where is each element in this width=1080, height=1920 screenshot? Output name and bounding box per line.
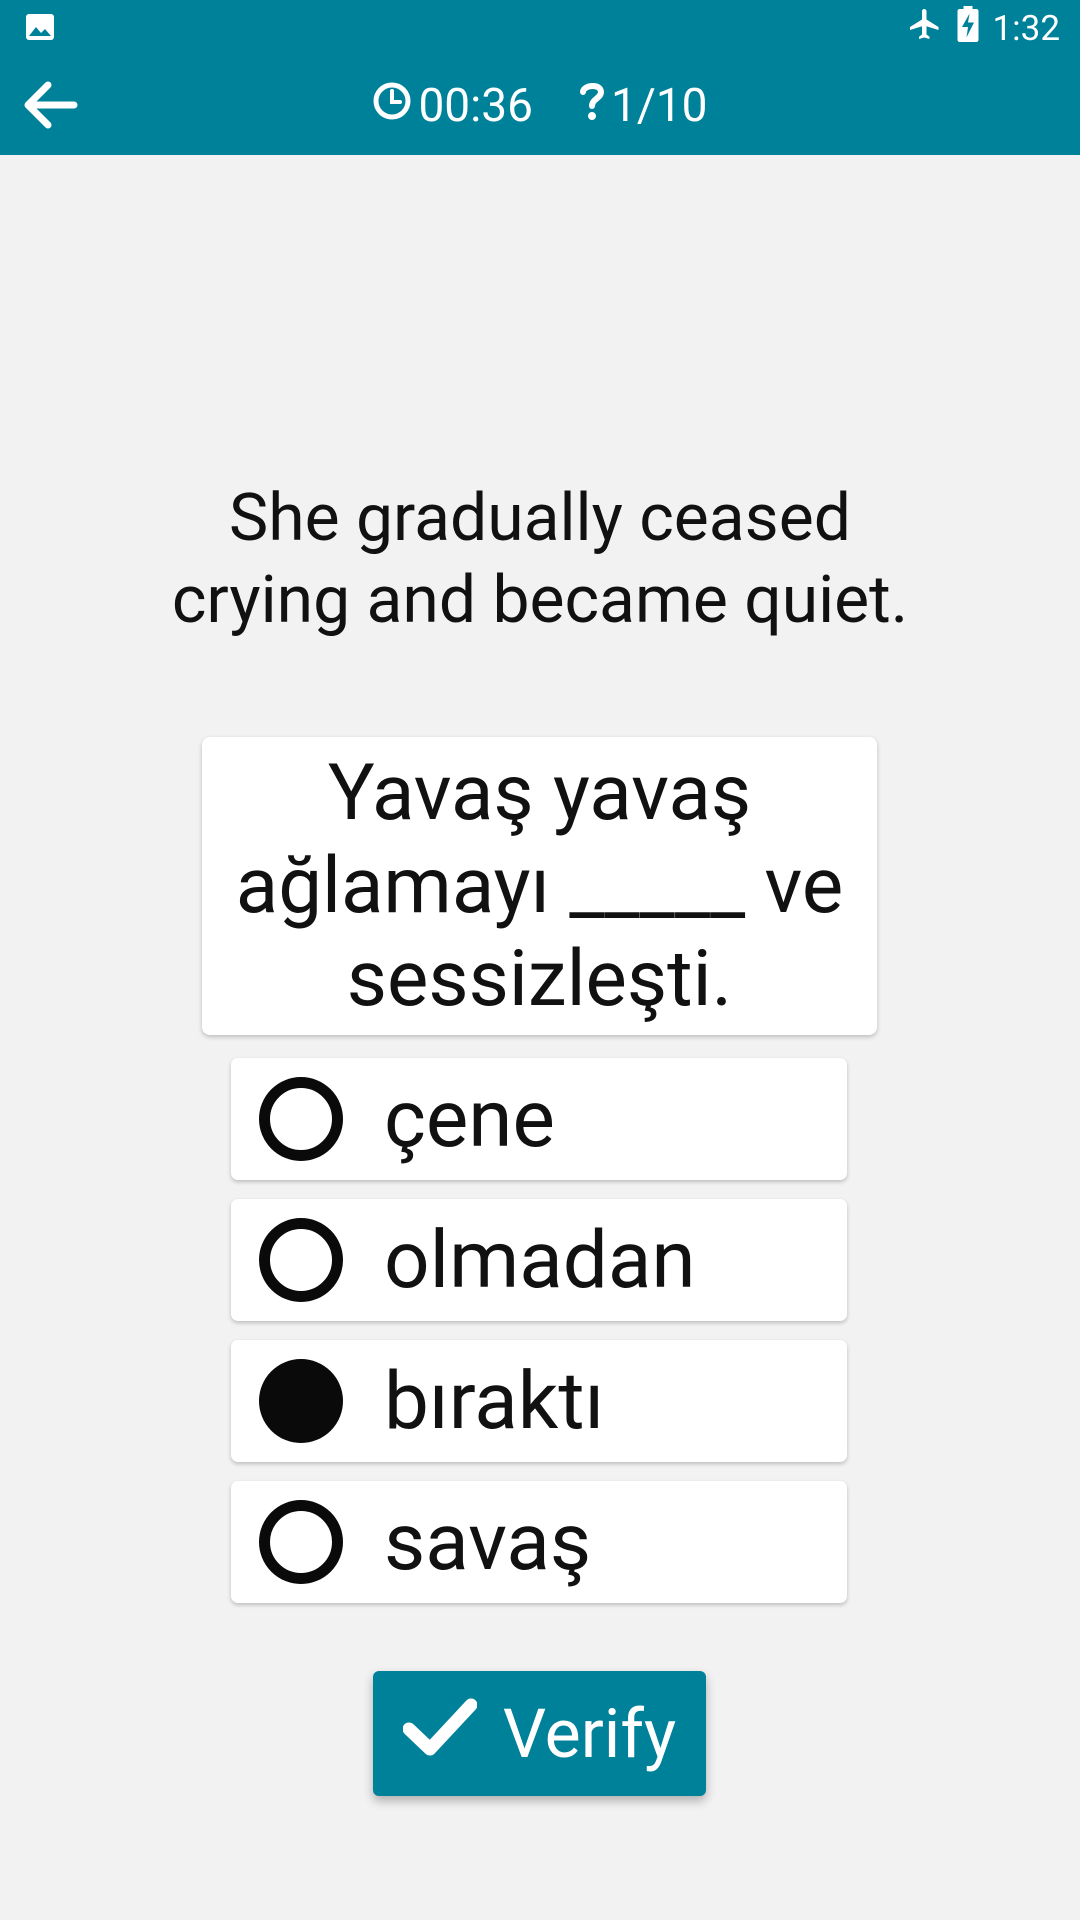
turkish-sentence-card: Yavaş yavaş ağlamayı _____ ve sessizleşt… [202, 737, 877, 1035]
question-turkish: Yavaş yavaş ağlamayı _____ ve sessizleşt… [235, 747, 844, 1025]
option-label: bıraktı [384, 1354, 605, 1448]
checkmark-icon [402, 1694, 478, 1774]
toolbar: 00:36 1/10 [0, 55, 1080, 155]
option-savas[interactable]: savaş [231, 1481, 847, 1603]
question-progress: 1/10 [579, 79, 708, 133]
clock-icon [372, 79, 412, 133]
radio-unchecked-icon [259, 1077, 343, 1161]
radio-unchecked-icon [259, 1218, 343, 1302]
quiz-info: 00:36 1/10 [0, 79, 1080, 133]
battery-charging-icon [957, 5, 979, 51]
timer-value: 00:36 [418, 79, 533, 133]
verify-button[interactable]: Verify [373, 1671, 706, 1796]
question-english: She gradually ceased crying and became q… [171, 480, 909, 639]
option-label: savaş [384, 1495, 592, 1589]
airplane-icon [907, 6, 943, 51]
timer: 00:36 [372, 79, 533, 133]
option-label: çene [384, 1072, 555, 1166]
verify-label: Verify [502, 1693, 677, 1774]
radio-unchecked-icon [259, 1500, 343, 1584]
question-icon [579, 79, 605, 133]
status-time: 1:32 [992, 7, 1061, 49]
option-birakti[interactable]: bıraktı [231, 1340, 847, 1462]
progress-value: 1/10 [611, 79, 708, 133]
option-olmadan[interactable]: olmadan [231, 1199, 847, 1321]
app-bar: 1:32 00:36 1/10 [0, 0, 1080, 155]
status-bar: 1:32 [0, 0, 1080, 55]
option-label: olmadan [384, 1213, 696, 1307]
option-cene[interactable]: çene [231, 1058, 847, 1180]
radio-checked-icon [259, 1359, 343, 1443]
image-icon [25, 13, 55, 45]
